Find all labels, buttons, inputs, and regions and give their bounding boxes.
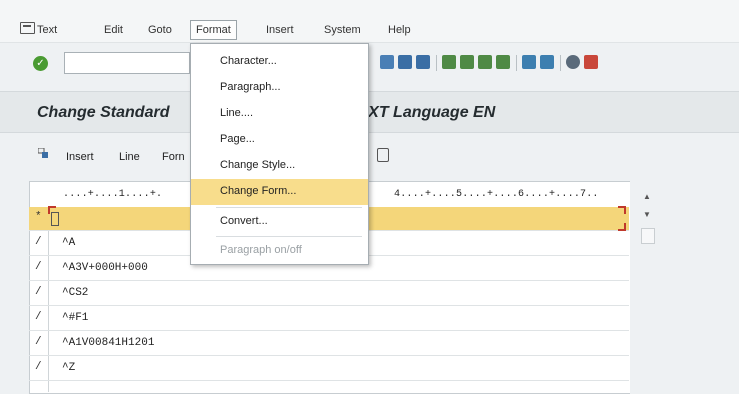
last-page-icon[interactable] xyxy=(496,55,510,69)
ruler-left: ....+....1....+. xyxy=(63,189,163,200)
row-marker: / xyxy=(35,236,42,248)
vertical-scrollbar[interactable]: ▲ ▼ xyxy=(638,184,656,244)
toolbar-separator xyxy=(560,55,561,71)
row-marker: / xyxy=(35,261,42,273)
system-menu-icon[interactable] xyxy=(20,22,35,34)
menu-item-paragraph[interactable]: Paragraph... xyxy=(191,75,368,101)
format-dropdown-menu: Character... Paragraph... Line.... Page.… xyxy=(190,43,369,265)
menu-item-line[interactable]: Line.... xyxy=(191,101,368,127)
document-icon[interactable] xyxy=(377,148,389,162)
editor-row[interactable]: / ^#F1 xyxy=(29,307,629,331)
previous-page-icon[interactable] xyxy=(460,55,474,69)
row-text[interactable]: ^A1V00841H1201 xyxy=(62,337,154,349)
command-field[interactable] xyxy=(64,52,190,74)
editor-row[interactable]: / ^CS2 xyxy=(29,282,629,306)
scroll-down-icon[interactable]: ▼ xyxy=(643,210,651,219)
selection-corner-marker xyxy=(618,206,626,214)
row-text[interactable]: ^A xyxy=(62,237,75,249)
find-icon[interactable] xyxy=(398,55,412,69)
row-text[interactable]: ^A3V+000H+000 xyxy=(62,262,148,274)
settings-icon[interactable] xyxy=(38,148,48,158)
menu-item-character[interactable]: Character... xyxy=(191,49,368,75)
menu-item-paragraph-on-off: Paragraph on/off xyxy=(191,238,368,264)
menu-item-label: Change Style... xyxy=(220,159,296,171)
format-button[interactable]: Forn xyxy=(162,151,185,163)
menu-item-label: Convert... xyxy=(220,215,268,227)
row-marker: * xyxy=(35,211,42,223)
row-text[interactable]: ^#F1 xyxy=(62,312,88,324)
row-text[interactable]: ^CS2 xyxy=(62,287,88,299)
line-button[interactable]: Line xyxy=(119,151,140,163)
menu-format[interactable]: Format xyxy=(190,20,237,40)
shortcut-icon[interactable] xyxy=(540,55,554,69)
title-right: TXT Language EN xyxy=(358,104,496,121)
row-marker: / xyxy=(35,336,42,348)
next-page-icon[interactable] xyxy=(478,55,492,69)
help-icon[interactable] xyxy=(566,55,580,69)
menu-edit[interactable]: Edit xyxy=(104,24,123,36)
menu-insert[interactable]: Insert xyxy=(266,24,294,36)
first-page-icon[interactable] xyxy=(442,55,456,69)
print-icon[interactable] xyxy=(380,55,394,69)
text-cursor xyxy=(51,212,59,226)
menu-item-label: Paragraph on/off xyxy=(220,244,302,256)
scroll-thumb[interactable] xyxy=(641,228,655,244)
selection-corner-marker xyxy=(618,223,626,231)
menu-bar: Text Edit Goto Format Insert System Help xyxy=(0,0,739,43)
row-marker: / xyxy=(35,286,42,298)
row-marker: / xyxy=(35,361,42,373)
scroll-up-icon[interactable]: ▲ xyxy=(643,192,651,201)
find-next-icon[interactable] xyxy=(416,55,430,69)
row-text[interactable]: ^Z xyxy=(62,362,75,374)
menu-item-label: Paragraph... xyxy=(220,81,281,93)
customize-layout-icon[interactable] xyxy=(584,55,598,69)
menu-text[interactable]: Text xyxy=(37,24,57,36)
menu-item-label: Change Form... xyxy=(220,185,297,197)
toolbar-separator xyxy=(516,55,517,71)
enter-check-icon[interactable]: ✓ xyxy=(33,56,48,71)
toolbar-separator xyxy=(436,55,437,71)
editor-row[interactable]: / ^Z xyxy=(29,357,629,381)
menu-goto[interactable]: Goto xyxy=(148,24,172,36)
create-session-icon[interactable] xyxy=(522,55,536,69)
ruler-right: 4....+....5....+....6....+....7.. xyxy=(394,189,599,200)
menu-system[interactable]: System xyxy=(324,24,361,36)
editor-row[interactable]: / ^A1V00841H1201 xyxy=(29,332,629,356)
menu-item-label: Page... xyxy=(220,133,255,145)
application-toolbar xyxy=(0,134,739,178)
insert-button[interactable]: Insert xyxy=(66,151,94,163)
selection-corner-marker xyxy=(48,206,56,214)
menu-item-label: Line.... xyxy=(220,107,254,119)
menu-item-change-style[interactable]: Change Style... xyxy=(191,153,368,179)
title-left: Change Standard xyxy=(37,104,170,121)
menu-separator xyxy=(216,207,362,208)
menu-separator xyxy=(216,236,362,237)
menu-help[interactable]: Help xyxy=(388,24,411,36)
menu-item-convert[interactable]: Convert... xyxy=(191,209,368,235)
menu-item-page[interactable]: Page... xyxy=(191,127,368,153)
menu-item-label: Character... xyxy=(220,55,277,67)
menu-item-change-form[interactable]: Change Form... xyxy=(191,179,368,205)
row-marker: / xyxy=(35,311,42,323)
